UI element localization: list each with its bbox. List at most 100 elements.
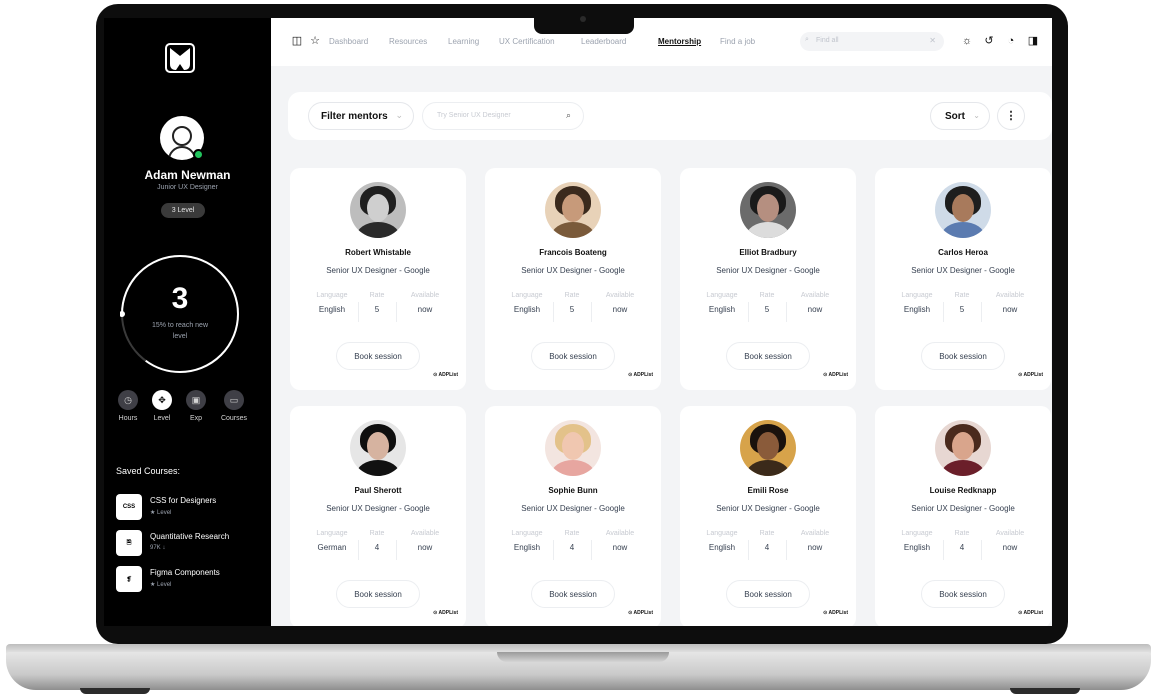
language-col: Language English <box>310 292 354 314</box>
saved-course-item[interactable]: ❡ Figma Components ★ Level <box>116 566 266 594</box>
available-label: Available <box>995 292 1025 299</box>
sun-icon[interactable]: ☼ <box>961 35 973 47</box>
mentor-card[interactable]: Sophie Bunn Senior UX Designer - Google La… <box>485 406 661 626</box>
level-badge: 3 Level <box>161 203 205 218</box>
saved-course-item[interactable]: CSS CSS for Designers ★ Level <box>116 494 266 522</box>
mentor-photo <box>935 182 991 238</box>
nav-link-resources[interactable]: Resources <box>389 37 427 46</box>
available-value: now <box>807 543 823 552</box>
nav-link-learning[interactable]: Learning <box>448 37 479 46</box>
user-name: Adam Newman <box>144 168 231 182</box>
mentor-info: Language German Rate 4 Available now <box>310 530 450 560</box>
language-col: Language English <box>895 292 939 314</box>
mentor-card[interactable]: Louise Redknapp Senior UX Designer - Goog… <box>875 406 1051 626</box>
mentor-info: Language English Rate 4 Available now <box>505 530 645 560</box>
adplist-logo: ⊙ ADPList <box>823 372 848 378</box>
book-session-button[interactable]: Book session <box>726 342 810 370</box>
bell-icon[interactable]: ◔ <box>1005 35 1017 47</box>
rate-value: 5 <box>374 305 380 314</box>
mentor-name: Emili Rose <box>747 486 789 495</box>
briefcase-icon: ▣ <box>186 390 206 410</box>
mentor-info: Language English Rate 5 Available now <box>895 292 1035 322</box>
nav-link-ux-certification[interactable]: UX Certification <box>499 37 555 46</box>
adplist-logo: ⊙ ADPList <box>433 372 458 378</box>
mentor-card[interactable]: Carlos Heroa Senior UX Designer - Google L… <box>875 168 1051 390</box>
available-label: Available <box>410 530 440 537</box>
mentor-name: Elliot Bradbury <box>739 248 797 257</box>
book-session-button[interactable]: Book session <box>336 580 420 608</box>
stat-exp[interactable]: ▣ Exp <box>176 390 216 422</box>
divider <box>591 540 592 560</box>
mentor-search-input[interactable]: Try Senior UX Designer ⌕ <box>422 102 584 130</box>
book-session-button[interactable]: Book session <box>921 342 1005 370</box>
more-options-button[interactable]: ⋮ <box>997 102 1025 130</box>
available-col: Available now <box>790 530 840 552</box>
language-value: English <box>708 305 736 314</box>
mentor-photo <box>545 420 601 476</box>
nav-link-dashboard[interactable]: Dashboard <box>329 37 368 46</box>
language-col: Language English <box>505 530 549 552</box>
top-nav: ◫ ☆ Dashboard Resources Learning UX Cert… <box>271 18 1052 66</box>
laptop-foot <box>1010 688 1080 694</box>
mentor-name: Robert Whistable <box>345 248 411 257</box>
clear-icon[interactable]: ✕ <box>929 36 936 45</box>
mentor-photo <box>350 182 406 238</box>
history-icon[interactable]: ↺ <box>983 35 995 47</box>
language-label: Language <box>316 292 348 299</box>
mentor-card[interactable]: Francois Boateng Senior UX Designer - Goo… <box>485 168 661 390</box>
saved-course-item[interactable]: 🗎 Quantitative Research 97K ↓ <box>116 530 266 558</box>
filter-mentors-dropdown[interactable]: Filter mentors ⌄ <box>308 102 414 130</box>
panel-icon[interactable]: ◨ <box>1027 35 1039 47</box>
mentor-title: Senior UX Designer - Google <box>326 266 430 275</box>
stat-label: Exp <box>189 415 203 422</box>
global-search-input[interactable]: ⌕ Find all ✕ <box>800 32 944 51</box>
divider <box>786 540 787 560</box>
mentor-name: Carlos Heroa <box>938 248 988 257</box>
search-icon: ⌕ <box>805 36 809 43</box>
rate-col: Rate 4 <box>752 530 782 552</box>
user-role: Junior UX Designer <box>157 184 218 191</box>
rate-col: Rate 5 <box>752 292 782 314</box>
language-value: English <box>903 543 931 552</box>
star-icon[interactable]: ☆ <box>309 35 321 47</box>
nav-link-find-a-job[interactable]: Find a job <box>720 37 755 46</box>
sidebar: Adam Newman Junior UX Designer 3 Level 3… <box>104 18 271 626</box>
nav-link-leaderboard[interactable]: Leaderboard <box>581 37 626 46</box>
stat-courses[interactable]: ▭ Courses <box>214 390 254 422</box>
nav-link-mentorship[interactable]: Mentorship <box>658 37 701 46</box>
figma-icon: ❡ <box>116 566 142 592</box>
mentor-card[interactable]: Elliot Bradbury Senior UX Designer - Goog… <box>680 168 856 390</box>
camera-notch <box>534 12 634 34</box>
divider <box>591 302 592 322</box>
language-label: Language <box>511 292 543 299</box>
book-session-button[interactable]: Book session <box>921 580 1005 608</box>
mentor-card[interactable]: Emili Rose Senior UX Designer - Google Lan… <box>680 406 856 626</box>
sort-dropdown[interactable]: Sort ⌄ <box>930 102 990 130</box>
rate-value: 4 <box>764 543 770 552</box>
language-label: Language <box>706 292 738 299</box>
sidebar-toggle-icon[interactable]: ◫ <box>291 35 303 47</box>
book-session-button[interactable]: Book session <box>531 342 615 370</box>
language-col: Language English <box>895 530 939 552</box>
mentor-title: Senior UX Designer - Google <box>911 504 1015 513</box>
rate-col: Rate 5 <box>557 292 587 314</box>
css-icon: CSS <box>116 494 142 520</box>
book-session-button[interactable]: Book session <box>531 580 615 608</box>
language-value: English <box>318 305 346 314</box>
mentor-name: Paul Sherott <box>354 486 402 495</box>
camera-dot <box>580 16 586 22</box>
mentor-card[interactable]: Robert Whistable Senior UX Designer - Goo… <box>290 168 466 390</box>
available-label: Available <box>800 292 830 299</box>
divider <box>358 302 359 322</box>
mentor-title: Senior UX Designer - Google <box>911 266 1015 275</box>
language-value: English <box>513 305 541 314</box>
rate-col: Rate 4 <box>362 530 392 552</box>
document-icon: 🗎 <box>116 530 142 556</box>
mentor-card[interactable]: Paul Sherott Senior UX Designer - Google L… <box>290 406 466 626</box>
available-col: Available now <box>985 292 1035 314</box>
book-session-button[interactable]: Book session <box>726 580 810 608</box>
book-session-button[interactable]: Book session <box>336 342 420 370</box>
search-placeholder: Find all <box>816 37 839 44</box>
language-label: Language <box>706 530 738 537</box>
laptop-mockup: Adam Newman Junior UX Designer 3 Level 3… <box>0 0 1157 696</box>
